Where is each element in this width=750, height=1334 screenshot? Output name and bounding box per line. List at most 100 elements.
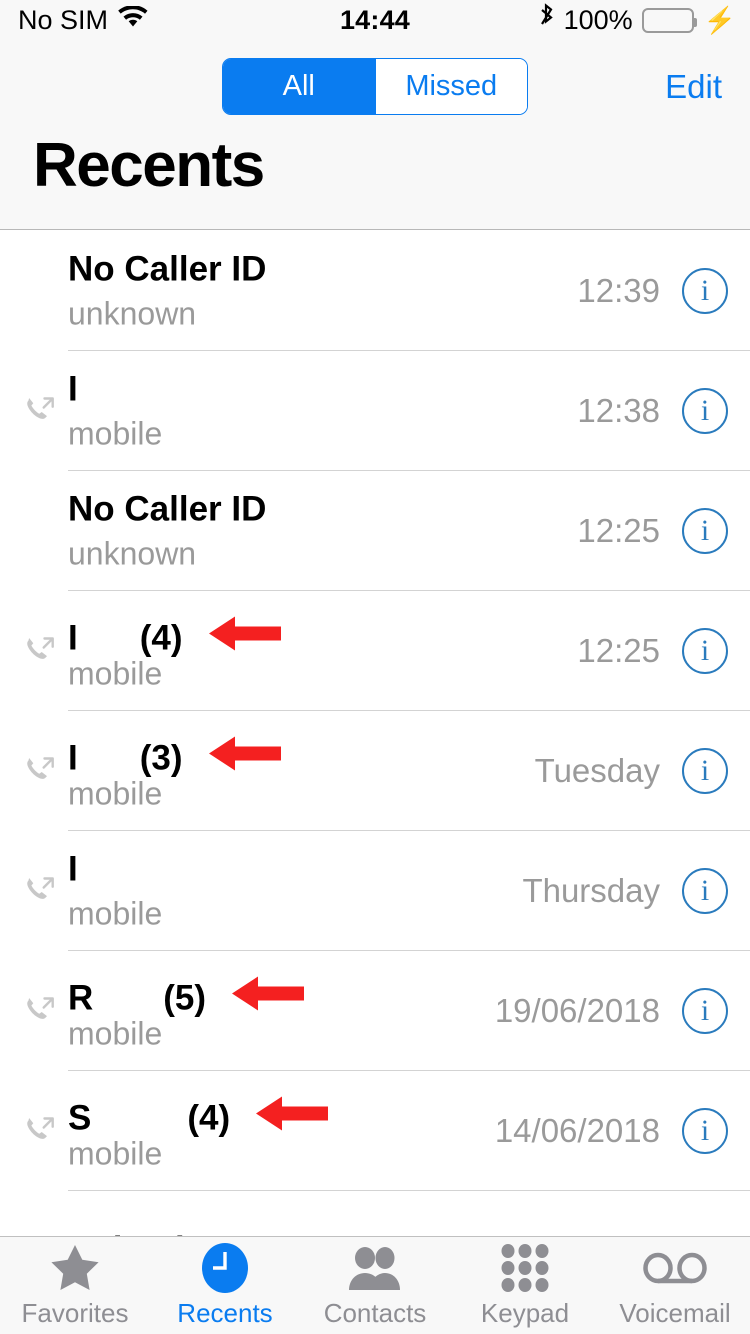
call-row-text: I (3) mobile (68, 730, 281, 813)
tab-voicemail[interactable]: Voicemail (600, 1237, 750, 1334)
people-icon (346, 1242, 404, 1294)
call-row[interactable]: I (4) mobile 12:25 i (0, 591, 750, 711)
left-pointing-arrow-icon (256, 1094, 329, 1134)
call-row-text: No Caller ID unknown (68, 250, 266, 333)
info-icon[interactable]: i (682, 748, 728, 794)
phone-screen: No SIM 14:44 100% ⚡ All Missed Edit Rece… (0, 0, 750, 1334)
caller-subtitle: mobile (68, 415, 163, 452)
call-row-name-line: I (68, 850, 162, 892)
call-timestamp: 12:39 (577, 272, 660, 309)
call-row-right: 12:38 i (577, 388, 728, 434)
info-icon[interactable]: i (682, 868, 728, 914)
call-row-right: Tuesday i (535, 748, 728, 794)
call-row-right: 12:25 i (577, 508, 728, 554)
call-row-name-line: I (68, 370, 162, 412)
outgoing-call-icon (20, 871, 60, 911)
tab-label: Recents (177, 1298, 273, 1328)
caller-subtitle: mobile (68, 655, 163, 692)
battery-icon (641, 7, 697, 33)
status-bar: No SIM 14:44 100% ⚡ (0, 0, 750, 40)
caller-name: R (68, 978, 94, 1018)
call-count: (5) (163, 978, 207, 1018)
tab-keypad[interactable]: Keypad (450, 1237, 600, 1334)
call-row-text: R (5) mobile (68, 970, 305, 1053)
keypad-dots-icon (501, 1242, 549, 1294)
info-icon[interactable]: i (682, 508, 728, 554)
caller-name: No Caller ID (68, 249, 267, 289)
tab-favorites[interactable]: Favorites (0, 1237, 150, 1334)
clock-icon (200, 1242, 250, 1294)
outgoing-call-icon (20, 751, 60, 791)
call-count: (3) (139, 738, 183, 778)
outgoing-call-icon (20, 991, 60, 1031)
call-row-right: 12:39 i (577, 268, 728, 314)
call-row[interactable]: I (3) mobile Tuesday i (0, 711, 750, 831)
tab-recents[interactable]: Recents (150, 1237, 300, 1334)
call-row-text: I (4) mobile (68, 610, 281, 693)
tab-label: Favorites (21, 1298, 129, 1328)
caller-name: I (68, 618, 78, 658)
call-row[interactable]: R (5) mobile 19/06/2018 i (0, 951, 750, 1071)
call-timestamp: Tuesday (534, 752, 660, 789)
info-icon[interactable]: i (682, 388, 728, 434)
outgoing-call-icon (20, 631, 60, 671)
call-row-name-line: R (5) (68, 970, 305, 1018)
outgoing-call-icon (20, 1111, 60, 1151)
segment-missed[interactable]: Missed (374, 59, 527, 114)
call-row-text: Imobile (68, 850, 162, 933)
call-timestamp: 12:38 (577, 392, 660, 429)
voicemail-icon (643, 1242, 707, 1294)
call-timestamp: 19/06/2018 (494, 992, 660, 1029)
caller-subtitle: mobile (68, 1015, 163, 1052)
call-row[interactable]: S (4) mobile 14/06/2018 i (0, 1071, 750, 1191)
caller-name: I (68, 369, 78, 409)
caller-name: I (68, 738, 78, 778)
left-pointing-arrow-icon (232, 974, 305, 1014)
info-icon[interactable]: i (682, 1108, 728, 1154)
call-row[interactable]: Poland (0, 1191, 750, 1236)
call-row-name-line: S (4) (68, 1090, 329, 1138)
call-row[interactable]: No Caller ID unknown 12:25 i (0, 471, 750, 591)
segment-all[interactable]: All (223, 59, 375, 114)
call-row[interactable]: No Caller ID unknown 12:39 i (0, 231, 750, 351)
call-count: (4) (187, 1098, 231, 1138)
page-title: Recents (33, 131, 265, 200)
battery-percent-label: 100% (563, 4, 633, 35)
status-bar-right: 100% ⚡ (538, 2, 736, 38)
call-timestamp: Thursday (522, 872, 660, 909)
call-count: (4) (139, 618, 183, 658)
info-icon[interactable]: i (682, 628, 728, 674)
tab-label: Keypad (480, 1298, 570, 1328)
caller-subtitle: unknown (68, 535, 197, 572)
call-row-right: 14/06/2018 i (495, 1108, 728, 1154)
call-row-right: 12:25 i (577, 628, 728, 674)
call-row[interactable]: Imobile Thursday i (0, 831, 750, 951)
recents-list[interactable]: No Caller ID unknown 12:39 i Imobile 12:38 i No… (0, 231, 750, 1236)
outgoing-call-icon (20, 391, 60, 431)
lightning-bolt-icon: ⚡ (703, 5, 736, 35)
call-row-name-line: I (3) (68, 730, 281, 778)
segmented-control[interactable]: All Missed (222, 58, 528, 115)
call-row-right: Thursday i (522, 868, 728, 914)
edit-button[interactable]: Edit (665, 68, 722, 106)
star-icon (50, 1242, 100, 1294)
bluetooth-icon (538, 2, 555, 38)
call-row-name-line: No Caller ID (68, 490, 266, 532)
nav-bar: All Missed Edit Recents (0, 40, 750, 230)
left-pointing-arrow-icon (208, 614, 281, 654)
call-row-name-line: I (4) (68, 610, 281, 658)
call-row[interactable]: Imobile 12:38 i (0, 351, 750, 471)
caller-subtitle: mobile (68, 775, 163, 812)
tab-contacts[interactable]: Contacts (300, 1237, 450, 1334)
call-row-name-line: No Caller ID (68, 250, 266, 292)
info-icon[interactable]: i (682, 268, 728, 314)
call-row-text: Imobile (68, 370, 162, 453)
call-row-right: 19/06/2018 i (495, 988, 728, 1034)
caller-subtitle: mobile (68, 1135, 163, 1172)
call-row-text: S (4) mobile (68, 1090, 329, 1173)
tab-label: Voicemail (619, 1298, 731, 1328)
caller-name: I (68, 849, 78, 889)
caller-subtitle: unknown (68, 295, 197, 332)
tab-bar[interactable]: Favorites Recents Contacts Keypad Voicemail (0, 1236, 750, 1334)
info-icon[interactable]: i (682, 988, 728, 1034)
